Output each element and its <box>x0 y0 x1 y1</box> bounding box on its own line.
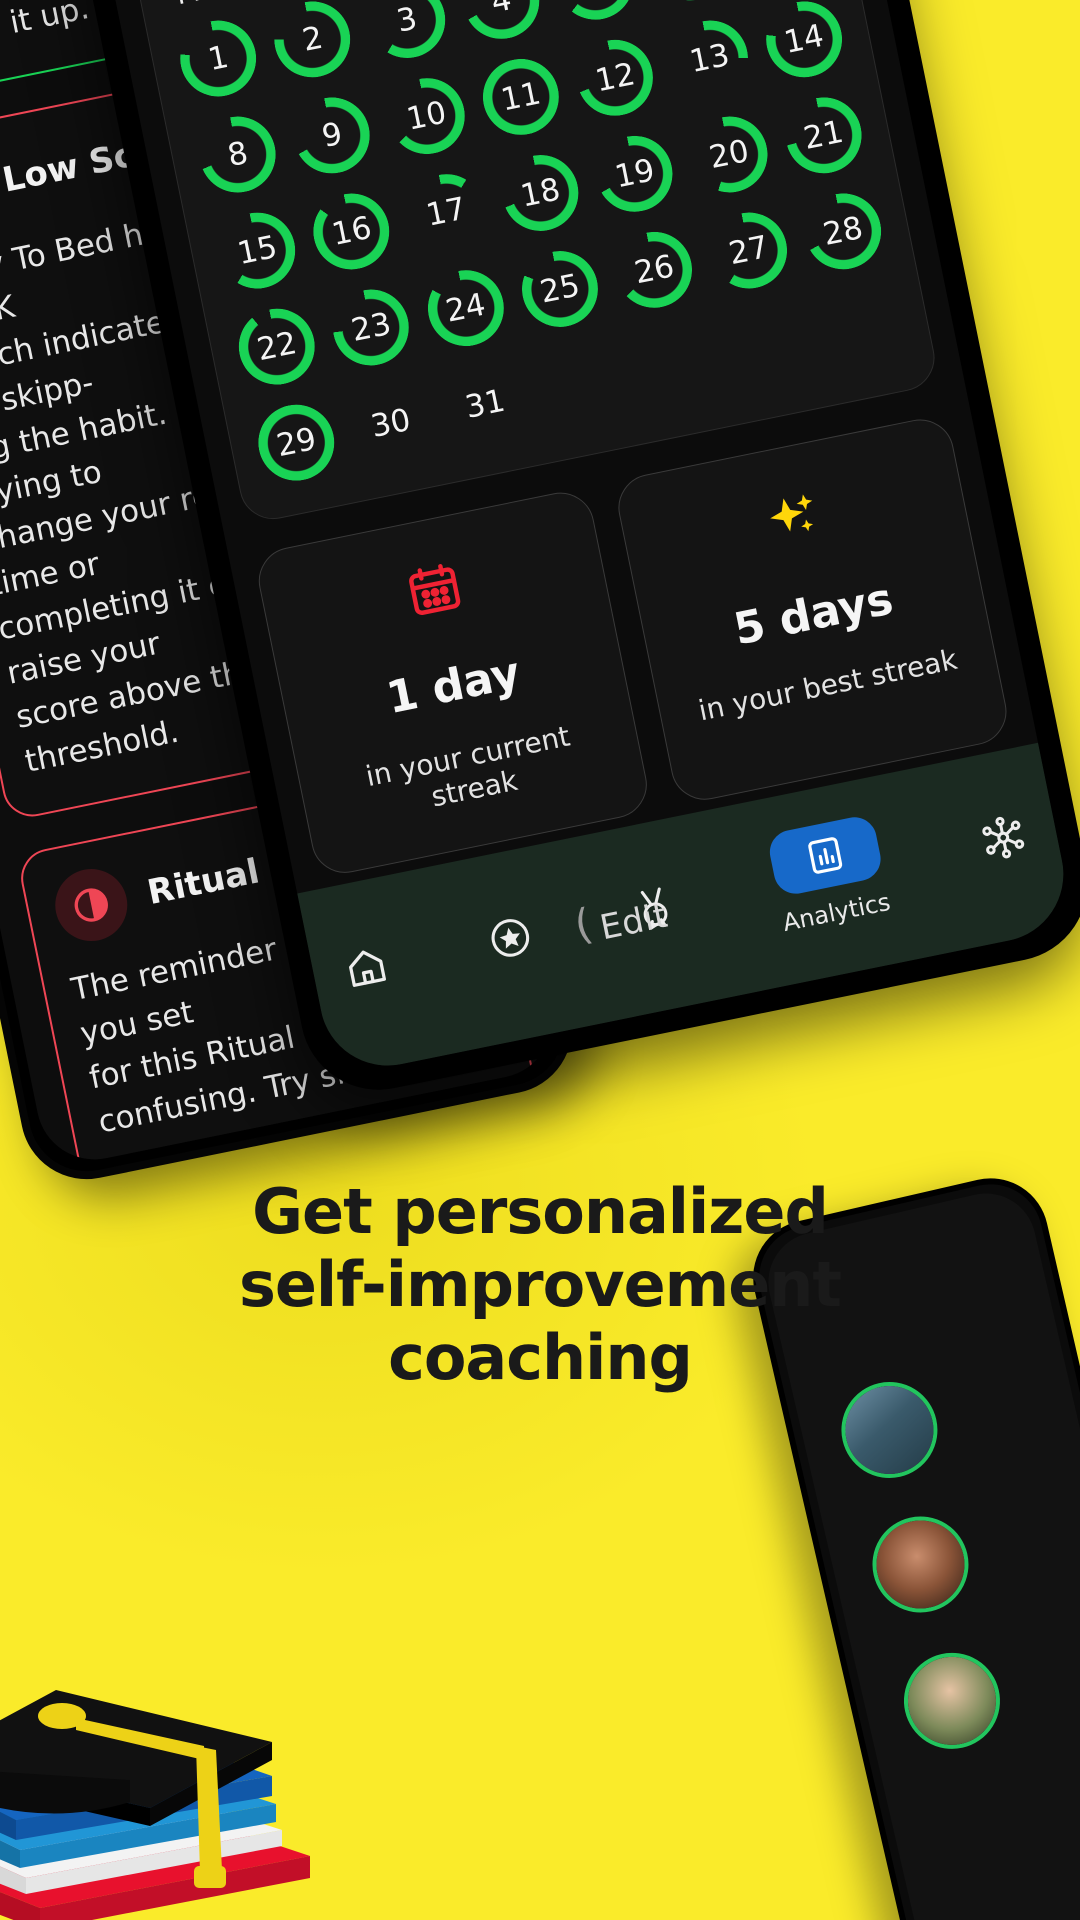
calendar-day[interactable]: 17 <box>390 157 503 266</box>
calendar-day-number: 24 <box>442 286 489 330</box>
calendar-day[interactable]: 18 <box>484 138 597 247</box>
calendar-day[interactable]: 12 <box>559 23 672 132</box>
calendar-day[interactable]: 28 <box>787 177 900 286</box>
calendar-day[interactable]: 29 <box>240 388 353 497</box>
avatar <box>862 1506 979 1623</box>
calendar-day-number: 30 <box>367 401 414 445</box>
star-circle-icon <box>483 911 538 969</box>
calendar-day[interactable]: 25 <box>504 234 617 343</box>
calendar-day-number: 28 <box>820 209 866 253</box>
calendar-day[interactable]: 15 <box>201 196 314 305</box>
calendar-day[interactable]: 16 <box>295 177 408 286</box>
calendar-day[interactable]: 2 <box>256 0 369 94</box>
calendar-day-number: 11 <box>497 75 544 119</box>
calendar-day-number: 13 <box>686 36 733 81</box>
calendar-day-number: 17 <box>423 190 469 234</box>
current-streak-caption: in your current streak <box>362 719 573 814</box>
calendar-day[interactable]: 11 <box>465 42 578 151</box>
calendar-day[interactable]: 24 <box>409 254 522 363</box>
calendar-day-number: 16 <box>328 209 375 253</box>
current-streak-card[interactable]: 1 day in your current streak <box>252 486 653 879</box>
nav-item-star[interactable] <box>483 911 538 969</box>
calendar-day-number: 23 <box>348 305 395 349</box>
calendar-day[interactable]: 22 <box>221 292 334 401</box>
calendar-day-number: 15 <box>234 228 281 273</box>
calendar-icon <box>288 534 582 656</box>
promo-screenshot: High Completion You have a 97% completio… <box>0 0 1080 1920</box>
headline-line-1: Get personalized <box>252 1175 829 1248</box>
calendar-day-number: 31 <box>462 382 509 426</box>
headline-line-2: self-improvement <box>238 1248 842 1322</box>
calendar-day[interactable]: 30 <box>334 369 447 478</box>
calendar-day-number: 18 <box>517 171 564 215</box>
network-icon <box>976 811 1031 869</box>
calendar-day-number: 20 <box>706 133 753 177</box>
calendar-day[interactable]: 27 <box>692 196 805 305</box>
calendar-day-number: 10 <box>403 94 450 138</box>
calendar-day[interactable]: 8 <box>181 100 294 209</box>
calendar-day[interactable]: 3 <box>351 0 464 75</box>
avatar-photo <box>867 1511 974 1618</box>
calendar-day[interactable]: 26 <box>598 215 711 324</box>
completion-ring <box>550 0 641 27</box>
calendar-day-number: 22 <box>253 325 300 369</box>
calendar-day[interactable]: 13 <box>653 4 766 113</box>
calendar-day[interactable]: 10 <box>370 61 483 170</box>
nav-item-network[interactable] <box>976 811 1031 869</box>
analytics-icon <box>765 813 885 898</box>
calendar-day-number: 19 <box>611 152 658 196</box>
calendar-day-number: 21 <box>800 113 847 157</box>
page-title: Get personalized self-improvement coachi… <box>0 1175 1080 1394</box>
nav-item-analytics[interactable]: Analytics <box>765 813 893 937</box>
calendar-day-number: 26 <box>631 248 678 292</box>
home-icon <box>339 940 394 998</box>
calendar-day-number: 14 <box>781 17 827 61</box>
calendar-day-number: 25 <box>537 267 583 311</box>
calendar-day[interactable]: 1 <box>162 4 275 113</box>
nav-item-analytics-label: Analytics <box>780 887 893 937</box>
calendar-day-number: 27 <box>725 229 772 273</box>
best-streak-card[interactable]: 5 days in your best streak <box>612 413 1013 806</box>
calendar-day[interactable]: 19 <box>578 119 691 228</box>
calendar-day[interactable]: 31 <box>429 350 542 459</box>
calendar-day[interactable]: 14 <box>748 0 861 94</box>
avatar-photo <box>899 1648 1005 1754</box>
calendar-day[interactable]: 9 <box>276 81 389 190</box>
graduation-books-illustration <box>0 1690 310 1920</box>
calendar-day-number: 12 <box>592 56 639 100</box>
sparkles-icon <box>647 461 942 585</box>
avatar <box>894 1643 1010 1759</box>
calendar-day-number: 29 <box>273 421 320 465</box>
half-moon-icon <box>48 862 134 948</box>
calendar-day[interactable]: 21 <box>767 81 880 190</box>
nav-item-home[interactable] <box>339 940 394 998</box>
calendar-grid: 1234567891011121314151617181920212223242… <box>162 0 919 497</box>
headline-line-3: coaching <box>388 1321 693 1395</box>
calendar-day[interactable]: 23 <box>315 273 428 382</box>
calendar-day[interactable]: 20 <box>673 100 786 209</box>
completion-ring <box>645 0 735 8</box>
